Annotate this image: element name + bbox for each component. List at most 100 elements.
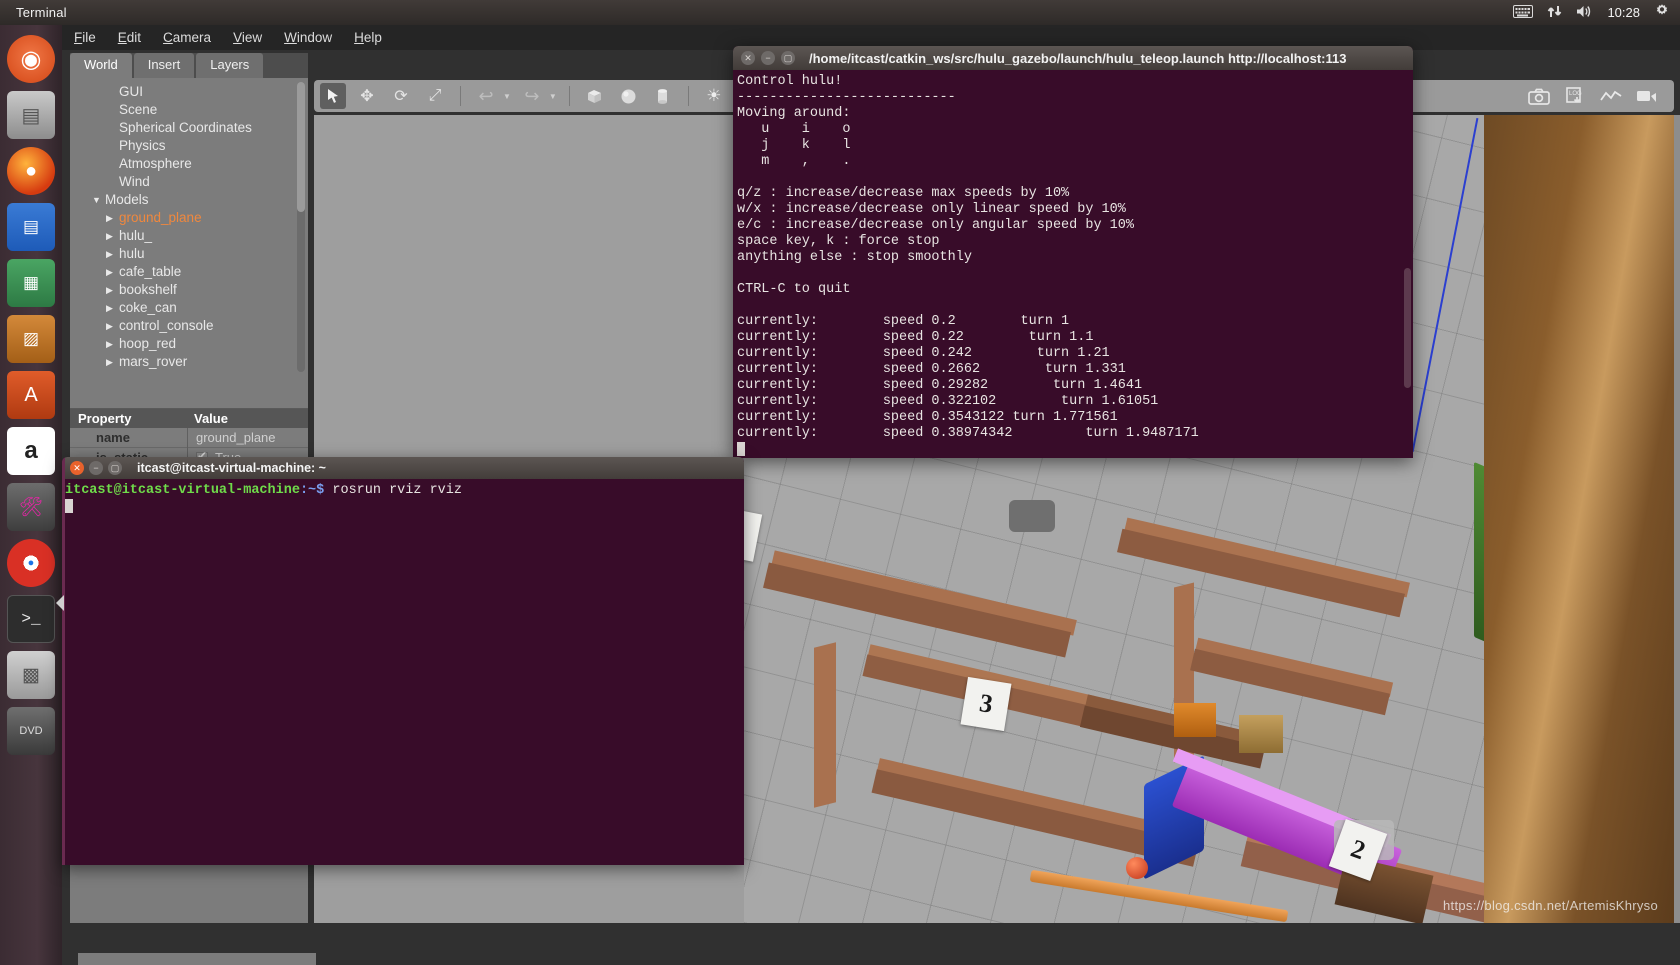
teleop-terminal-window[interactable]: ✕ − ▢ /home/itcast/catkin_ws/src/hulu_ga… — [733, 46, 1413, 458]
property-name-value[interactable]: ground_plane — [188, 430, 276, 445]
launcher-item-firefox[interactable]: ● — [7, 147, 55, 195]
launcher-item-terminal[interactable]: >_ — [7, 595, 55, 643]
chevron-right-icon[interactable]: ▶ — [106, 335, 119, 353]
select-mode-tool[interactable] — [320, 83, 346, 109]
menu-window[interactable]: Window — [284, 30, 332, 45]
volume-icon[interactable] — [1576, 4, 1593, 22]
teleop-terminal-titlebar[interactable]: ✕ − ▢ /home/itcast/catkin_ws/src/hulu_ga… — [733, 46, 1413, 70]
tree-item-coke-can[interactable]: ▶ coke_can — [92, 299, 308, 317]
redo-tool[interactable]: ↪ — [519, 83, 545, 109]
tree-item-mars-rover[interactable]: ▶ mars_rover — [92, 353, 308, 371]
rotate-mode-tool[interactable]: ⟳ — [388, 83, 414, 109]
tree-item-gui[interactable]: GUI — [92, 83, 308, 101]
tab-insert[interactable]: Insert — [133, 53, 195, 78]
toolbar-divider — [460, 86, 461, 106]
gazebo-panel-tabs: World Insert Layers — [70, 53, 308, 78]
bash-command: rosrun rviz rviz — [324, 483, 462, 498]
teleop-terminal-title: /home/itcast/catkin_ws/src/hulu_gazebo/l… — [809, 50, 1347, 66]
chevron-right-icon[interactable]: ▶ — [106, 353, 119, 371]
redo-chevron-down-icon[interactable]: ▼ — [549, 92, 557, 101]
launcher-item-files[interactable]: ▤ — [7, 91, 55, 139]
bash-terminal-titlebar[interactable]: ✕ − ▢ itcast@itcast-virtual-machine: ~ — [62, 457, 744, 479]
launcher-item-libreoffice-impress[interactable]: ▨ — [7, 315, 55, 363]
teleop-terminal-output[interactable]: Control hulu! --------------------------… — [733, 70, 1413, 458]
viewport-right-scrollbar[interactable] — [1674, 115, 1680, 923]
wall-segment — [814, 642, 836, 808]
chevron-right-icon[interactable]: ▶ — [106, 263, 119, 281]
tree-item-control-console[interactable]: ▶ control_console — [92, 317, 308, 335]
insert-box-tool[interactable] — [582, 83, 608, 109]
menu-edit[interactable]: Edit — [118, 30, 141, 45]
maximize-icon[interactable]: ▢ — [781, 51, 795, 65]
plot-tool[interactable] — [1598, 83, 1624, 109]
tree-item-spherical-coordinates[interactable]: Spherical Coordinates — [92, 119, 308, 137]
launcher-item-system-settings[interactable]: 🛠 — [7, 483, 55, 531]
bash-prompt: itcast@itcast-virtual-machine — [65, 483, 300, 498]
terminal-left-edge — [62, 457, 65, 865]
table-row[interactable]: name ground_plane — [70, 427, 308, 448]
window-resize-arrow-icon — [56, 595, 64, 611]
menu-camera[interactable]: Camera — [163, 30, 211, 45]
undo-chevron-down-icon[interactable]: ▼ — [503, 92, 511, 101]
chevron-right-icon[interactable]: ▶ — [106, 245, 119, 263]
launcher-item-ubuntu-software[interactable]: A — [7, 371, 55, 419]
undo-tool[interactable]: ↩ — [473, 83, 499, 109]
tree-item-atmosphere[interactable]: Atmosphere — [92, 155, 308, 173]
tree-item-scene[interactable]: Scene — [92, 101, 308, 119]
tree-item-bookshelf[interactable]: ▶ bookshelf — [92, 281, 308, 299]
gear-icon[interactable] — [1654, 3, 1670, 22]
insert-sphere-tool[interactable] — [616, 83, 642, 109]
chevron-right-icon[interactable]: ▶ — [106, 227, 119, 245]
menu-help[interactable]: Help — [354, 30, 382, 45]
scale-mode-tool[interactable]: ⤢ — [422, 83, 448, 109]
tab-world[interactable]: World — [70, 53, 132, 78]
tree-scrollbar[interactable] — [297, 82, 305, 372]
close-icon[interactable]: ✕ — [70, 461, 84, 475]
tree-scrollbar-thumb[interactable] — [297, 82, 305, 212]
menu-view[interactable]: View — [233, 30, 262, 45]
chevron-right-icon[interactable]: ▶ — [106, 299, 119, 317]
world-tree[interactable]: GUI Scene Spherical Coordinates Physics … — [70, 78, 308, 378]
orange-crate-object — [1174, 703, 1216, 737]
insert-point-light-tool[interactable]: ☀ — [701, 83, 727, 109]
chevron-right-icon[interactable]: ▶ — [106, 209, 119, 227]
active-app-title[interactable]: Terminal — [16, 5, 67, 20]
bash-terminal-window[interactable]: ✕ − ▢ itcast@itcast-virtual-machine: ~ i… — [62, 457, 744, 865]
tree-item-ground-plane[interactable]: ▶ ground_plane — [92, 209, 308, 227]
tree-item-cafe-table[interactable]: ▶ cafe_table — [92, 263, 308, 281]
keyboard-icon[interactable] — [1513, 4, 1534, 21]
minimize-icon[interactable]: − — [89, 461, 103, 475]
launcher-item-libreoffice-calc[interactable]: ▦ — [7, 259, 55, 307]
launcher-item-blender[interactable]: ▩ — [7, 651, 55, 699]
bash-terminal-output[interactable]: itcast@itcast-virtual-machine:~$ rosrun … — [62, 479, 744, 517]
teleop-terminal-scrollbar[interactable] — [1404, 268, 1411, 388]
tree-item-hulu-underscore[interactable]: ▶ hulu_ — [92, 227, 308, 245]
launcher-item-ubuntu-dash[interactable]: ◉ — [7, 35, 55, 83]
screenshot-tool[interactable] — [1526, 83, 1552, 109]
translate-mode-tool[interactable]: ✥ — [354, 83, 380, 109]
launcher-item-libreoffice-writer[interactable]: ▤ — [7, 203, 55, 251]
maximize-icon[interactable]: ▢ — [108, 461, 122, 475]
chevron-right-icon[interactable]: ▶ — [106, 281, 119, 299]
tree-item-models[interactable]: ▼ Models — [92, 191, 308, 209]
minimize-icon[interactable]: − — [761, 51, 775, 65]
record-video-tool[interactable] — [1634, 83, 1660, 109]
close-icon[interactable]: ✕ — [741, 51, 755, 65]
tree-item-wind[interactable]: Wind — [92, 173, 308, 191]
insert-cylinder-tool[interactable] — [650, 83, 676, 109]
ubuntu-top-panel: Terminal 10:28 — [0, 0, 1680, 25]
launcher-item-amazon[interactable]: a — [7, 427, 55, 475]
bash-terminal-title: itcast@itcast-virtual-machine: ~ — [137, 461, 326, 475]
launcher-item-google-chrome[interactable]: ● — [7, 539, 55, 587]
clock[interactable]: 10:28 — [1607, 5, 1640, 20]
tree-item-hulu[interactable]: ▶ hulu — [92, 245, 308, 263]
chevron-right-icon[interactable]: ▶ — [106, 317, 119, 335]
network-icon[interactable] — [1547, 4, 1562, 22]
tree-item-hoop-red[interactable]: ▶ hoop_red — [92, 335, 308, 353]
log-data-tool[interactable]: LOG — [1562, 83, 1588, 109]
tree-item-physics[interactable]: Physics — [92, 137, 308, 155]
menu-file[interactable]: File — [74, 30, 96, 45]
chevron-down-icon[interactable]: ▼ — [92, 191, 105, 209]
tab-layers[interactable]: Layers — [196, 53, 264, 78]
launcher-item-dvd-player[interactable]: DVD — [7, 707, 55, 755]
